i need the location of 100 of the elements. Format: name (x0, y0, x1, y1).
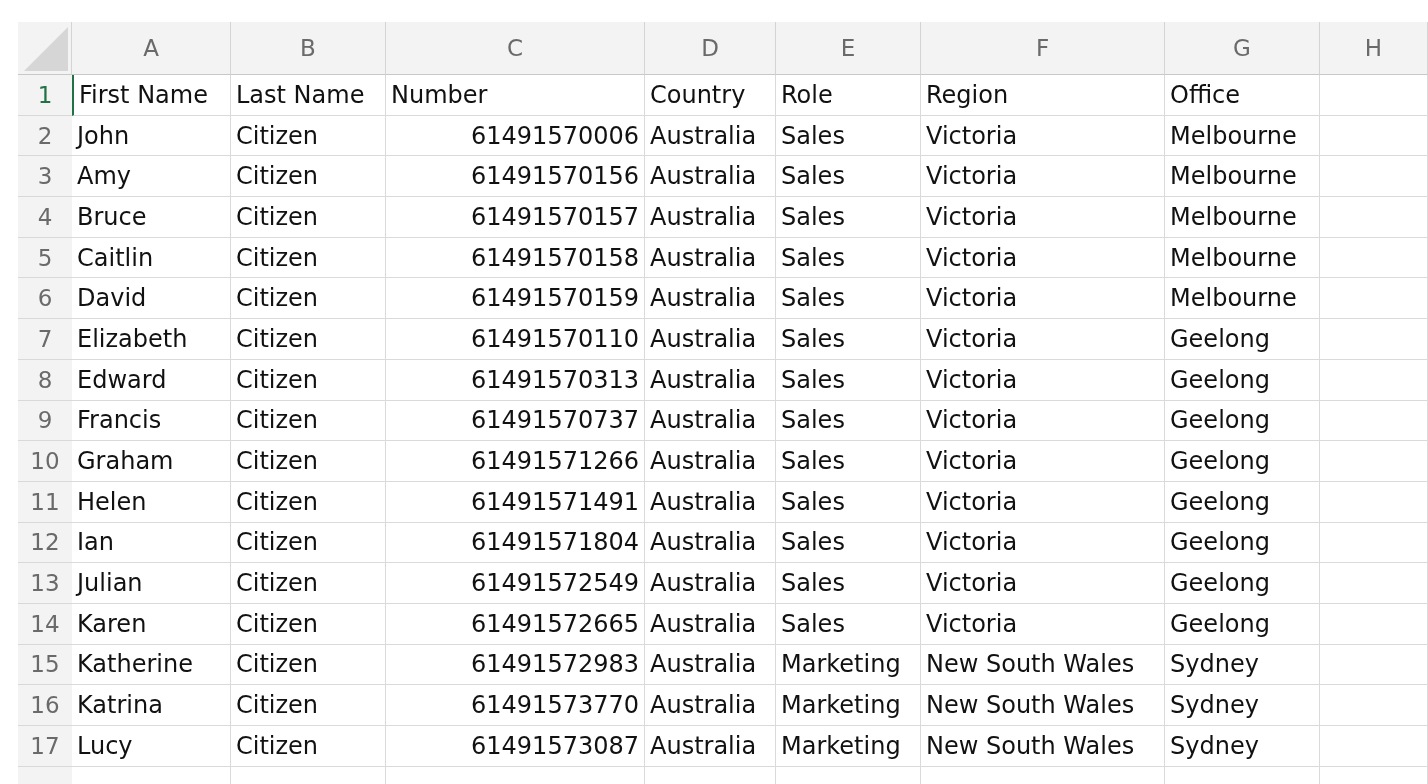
table-cell: Australia (645, 319, 776, 360)
table-cell: Victoria (921, 319, 1165, 360)
table-cell: New South Wales (921, 644, 1165, 686)
table-cell: Katherine (72, 644, 231, 686)
table-cell: Citizen (231, 685, 386, 726)
row-header[interactable]: 14 (18, 603, 72, 645)
row-header[interactable]: 12 (18, 522, 72, 564)
table-cell: Sales (776, 156, 921, 198)
table-cell: Melbourne (1165, 237, 1320, 279)
table-cell: Australia (645, 685, 776, 726)
table-cell: Sales (776, 278, 921, 320)
table-cell: Victoria (921, 115, 1165, 157)
row-header[interactable]: 9 (18, 400, 72, 442)
table-cell: Citizen (231, 441, 386, 482)
table-cell: Sales (776, 319, 921, 360)
row-header[interactable]: 10 (18, 441, 72, 482)
table-cell: Geelong (1165, 603, 1320, 645)
table-cell: 61491573770 (386, 685, 645, 726)
table-cell: Geelong (1165, 481, 1320, 523)
table-cell: 61491570737 (386, 400, 645, 442)
table-cell: Julian (72, 563, 231, 604)
table-cell: Sales (776, 441, 921, 482)
table-cell: Victoria (921, 237, 1165, 279)
table-cell: Australia (645, 359, 776, 401)
column-header[interactable]: H (1320, 22, 1428, 75)
row-header[interactable]: 16 (18, 685, 72, 726)
table-cell: 61491571804 (386, 522, 645, 564)
select-all-corner[interactable] (18, 22, 72, 75)
table-cell: 61491571491 (386, 481, 645, 523)
table-cell: 61491570313 (386, 359, 645, 401)
table-cell: New South Wales (921, 726, 1165, 767)
table-cell: Citizen (231, 603, 386, 645)
table-cell: Victoria (921, 563, 1165, 604)
row-header[interactable]: 1 (18, 75, 72, 116)
table-cell: 61491572549 (386, 563, 645, 604)
table-cell: 61491570158 (386, 237, 645, 279)
table-cell: Victoria (921, 359, 1165, 401)
table-cell: Katrina (72, 685, 231, 726)
table-cell: New South Wales (921, 685, 1165, 726)
table-cell: Sales (776, 400, 921, 442)
column-header[interactable]: A (72, 22, 231, 75)
table-cell: Graham (72, 441, 231, 482)
table-cell: Victoria (921, 278, 1165, 320)
table-cell: Victoria (921, 441, 1165, 482)
table-cell: Sydney (1165, 726, 1320, 767)
table-cell: Sales (776, 522, 921, 564)
column-header[interactable]: D (645, 22, 776, 75)
table-cell: Helen (72, 481, 231, 523)
table-cell: Geelong (1165, 400, 1320, 442)
table-cell: Geelong (1165, 359, 1320, 401)
table-cell: Geelong (1165, 522, 1320, 564)
row-header[interactable]: 17 (18, 726, 72, 767)
table-cell: Sales (776, 115, 921, 157)
table-cell: Citizen (231, 359, 386, 401)
row-header[interactable]: 2 (18, 115, 72, 157)
table-cell: Australia (645, 563, 776, 604)
table-cell: 61491572665 (386, 603, 645, 645)
table-cell: Marketing (776, 644, 921, 686)
row-header[interactable]: 7 (18, 319, 72, 360)
table-cell: Amy (72, 156, 231, 198)
table-cell: Edward (72, 359, 231, 401)
table-cell: Citizen (231, 644, 386, 686)
table-cell: 61491571266 (386, 441, 645, 482)
table-cell: Australia (645, 481, 776, 523)
table-cell: 61491570110 (386, 319, 645, 360)
row-header[interactable]: 3 (18, 156, 72, 198)
table-cell: Geelong (1165, 319, 1320, 360)
table-cell: 61491570157 (386, 197, 645, 238)
row-header[interactable]: 6 (18, 278, 72, 320)
row-header[interactable]: 13 (18, 563, 72, 604)
table-cell: Caitlin (72, 237, 231, 279)
column-header[interactable]: C (386, 22, 645, 75)
row-header[interactable]: 11 (18, 481, 72, 523)
table-cell: Role (776, 75, 921, 116)
table-cell: Geelong (1165, 563, 1320, 604)
row-header[interactable]: 8 (18, 359, 72, 401)
column-header[interactable]: F (921, 22, 1165, 75)
row-header[interactable]: 15 (18, 644, 72, 686)
column-header[interactable]: B (231, 22, 386, 75)
table-cell: Victoria (921, 481, 1165, 523)
table-cell: Australia (645, 441, 776, 482)
table-cell: Australia (645, 644, 776, 686)
table-cell: Melbourne (1165, 156, 1320, 198)
row-header[interactable]: 4 (18, 197, 72, 238)
table-cell: Melbourne (1165, 278, 1320, 320)
table-cell: 61491573087 (386, 726, 645, 767)
table-cell: Sales (776, 563, 921, 604)
table-cell: Sales (776, 481, 921, 523)
table-cell: Last Name (231, 75, 386, 116)
table-cell: Australia (645, 726, 776, 767)
column-header[interactable]: E (776, 22, 921, 75)
row-header[interactable]: 5 (18, 237, 72, 279)
table-cell: Number (386, 75, 645, 116)
table-cell: Sales (776, 359, 921, 401)
table-cell: Victoria (921, 197, 1165, 238)
table-cell: Victoria (921, 400, 1165, 442)
table-cell: Sales (776, 197, 921, 238)
table-cell: 61491570159 (386, 278, 645, 320)
table-cell: Australia (645, 603, 776, 645)
column-header[interactable]: G (1165, 22, 1320, 75)
